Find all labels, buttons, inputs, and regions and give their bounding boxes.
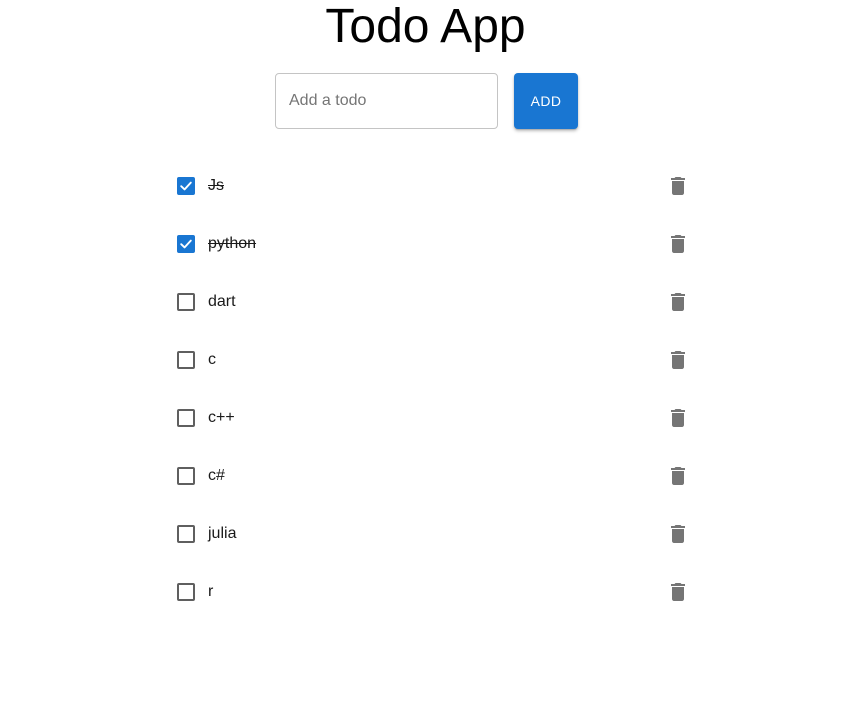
todo-text: c# [208,467,225,484]
trash-icon [671,351,685,369]
todo-checkbox[interactable] [177,583,195,601]
trash-icon [671,583,685,601]
trash-icon [671,177,685,195]
delete-todo-button[interactable] [666,522,690,546]
todo-text: Js [208,177,224,194]
todo-text: python [208,235,257,252]
todo-text: julia [208,525,237,542]
todo-checkbox[interactable] [177,177,195,195]
trash-icon [671,409,685,427]
todo-checkbox[interactable] [177,235,195,253]
delete-todo-button[interactable] [666,406,690,430]
todo-item: julia [170,505,695,563]
checkmark-icon [180,239,192,249]
todo-item: python [170,215,695,273]
add-todo-input[interactable] [276,74,497,128]
add-button[interactable]: ADD [514,73,578,129]
delete-todo-button[interactable] [666,464,690,488]
todo-item: c++ [170,389,695,447]
todo-item: c [170,331,695,389]
todo-item: c# [170,447,695,505]
todo-checkbox[interactable] [177,351,195,369]
todo-checkbox[interactable] [177,525,195,543]
todo-text: c [208,351,216,368]
page-title: Todo App [325,0,526,53]
todo-app: Todo App ADD Js python [0,0,863,715]
add-todo-field[interactable] [275,73,498,129]
trash-icon [671,525,685,543]
delete-todo-button[interactable] [666,348,690,372]
todo-item: Js [170,157,695,215]
trash-icon [671,293,685,311]
todo-item: dart [170,273,695,331]
todo-text: c++ [208,409,235,426]
delete-todo-button[interactable] [666,290,690,314]
todo-checkbox[interactable] [177,293,195,311]
delete-todo-button[interactable] [666,580,690,604]
trash-icon [671,235,685,253]
delete-todo-button[interactable] [666,174,690,198]
todo-checkbox[interactable] [177,409,195,427]
trash-icon [671,467,685,485]
todo-item: r [170,563,695,621]
checkmark-icon [180,181,192,191]
delete-todo-button[interactable] [666,232,690,256]
todo-text: dart [208,293,236,310]
todo-list: Js python dart c c++ c# julia r [170,157,695,621]
todo-text: r [208,583,214,600]
todo-checkbox[interactable] [177,467,195,485]
